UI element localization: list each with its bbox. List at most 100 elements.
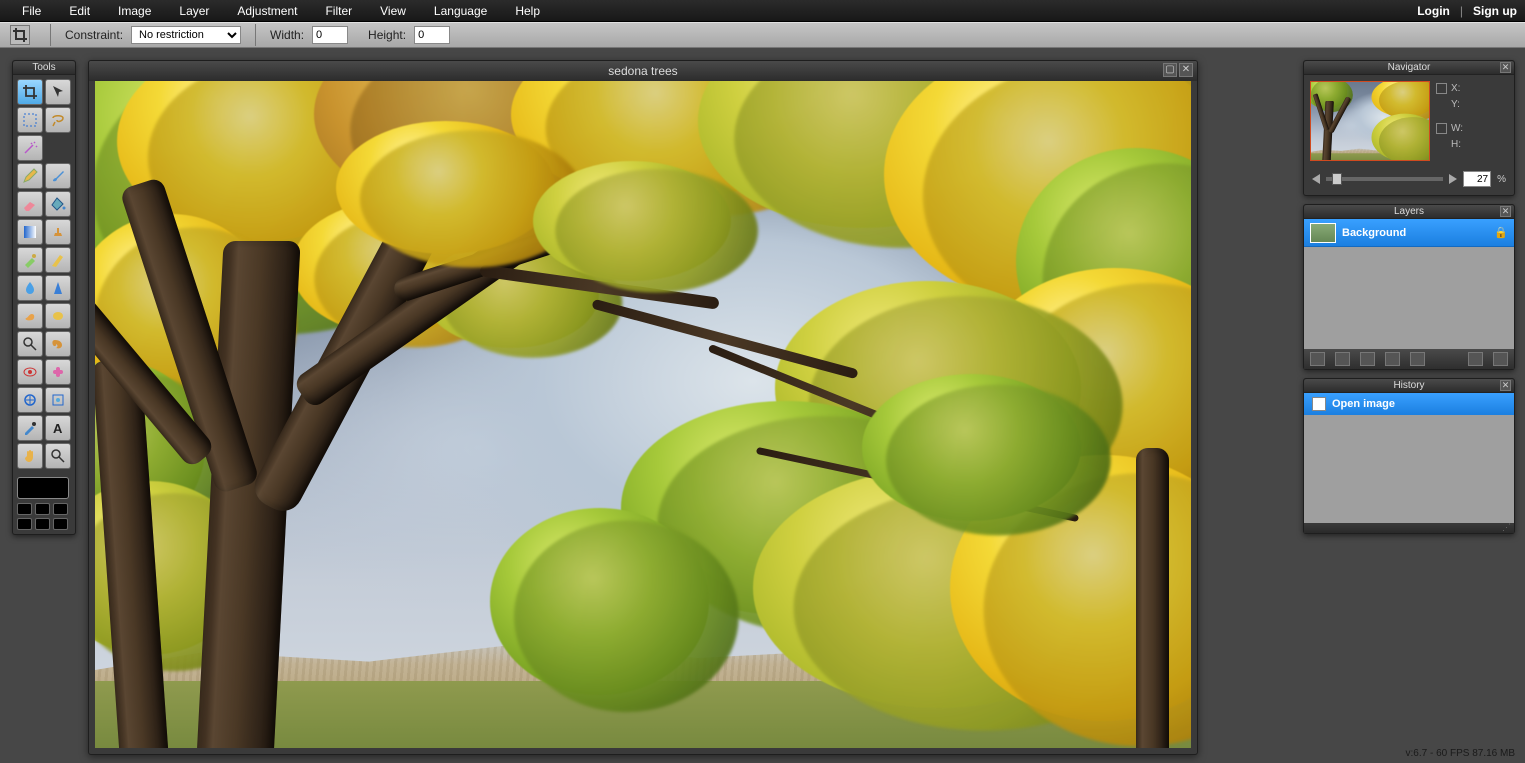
layer-settings-button[interactable]: [1468, 352, 1483, 366]
tool-drawing[interactable]: [45, 247, 71, 273]
tool-marquee[interactable]: [17, 107, 43, 133]
tool-type[interactable]: A: [45, 415, 71, 441]
menu-filter[interactable]: Filter: [311, 0, 366, 22]
canvas-image: [95, 81, 1191, 748]
menu-file[interactable]: File: [8, 0, 55, 22]
svg-text:A: A: [53, 421, 63, 436]
menu-image[interactable]: Image: [104, 0, 165, 22]
layers-list: Background 🔒: [1304, 219, 1514, 349]
tool-eraser[interactable]: [17, 191, 43, 217]
tool-brush[interactable]: [45, 163, 71, 189]
tool-paint-bucket[interactable]: [45, 191, 71, 217]
workspace: Tools A: [0, 48, 1525, 763]
navigator-close-button[interactable]: ✕: [1500, 62, 1511, 73]
menu-help[interactable]: Help: [501, 0, 554, 22]
window-maximize-button[interactable]: ▢: [1163, 63, 1177, 77]
width-label: Width:: [270, 28, 304, 42]
layers-title-label: Layers: [1394, 206, 1424, 217]
menu-language[interactable]: Language: [420, 0, 501, 22]
constraint-label: Constraint:: [65, 28, 123, 42]
layer-down-button[interactable]: [1410, 352, 1425, 366]
layers-close-button[interactable]: ✕: [1500, 206, 1511, 217]
delete-layer-button[interactable]: [1493, 352, 1508, 366]
history-close-button[interactable]: ✕: [1500, 380, 1511, 391]
layer-up-button[interactable]: [1385, 352, 1400, 366]
zoom-slider-knob[interactable]: [1332, 173, 1342, 185]
tool-pinch[interactable]: [45, 387, 71, 413]
tool-dodge[interactable]: [17, 331, 43, 357]
zoom-in-icon[interactable]: [1449, 174, 1457, 184]
nav-w-label: W:: [1451, 123, 1463, 134]
tool-smudge[interactable]: [17, 303, 43, 329]
tool-sharpen[interactable]: [45, 275, 71, 301]
tool-pencil[interactable]: [17, 163, 43, 189]
pointer-icon: [1436, 83, 1447, 94]
history-item[interactable]: Open image: [1304, 393, 1514, 415]
swatch[interactable]: [17, 503, 32, 515]
tool-color-replace[interactable]: [17, 247, 43, 273]
layers-panel: Layers ✕ Background 🔒: [1303, 204, 1515, 370]
tool-clone-stamp[interactable]: [45, 219, 71, 245]
new-layer-button[interactable]: [1310, 352, 1325, 366]
width-input[interactable]: [312, 26, 348, 44]
canvas[interactable]: [95, 81, 1191, 748]
tool-lasso[interactable]: [45, 107, 71, 133]
navigator-panel: Navigator ✕ X: Y: W: H:: [1303, 60, 1515, 196]
menubar-left: File Edit Image Layer Adjustment Filter …: [8, 0, 554, 22]
duplicate-layer-button[interactable]: [1360, 352, 1375, 366]
navigator-zoom: %: [1304, 167, 1514, 195]
swatch[interactable]: [35, 503, 50, 515]
menu-view[interactable]: View: [366, 0, 420, 22]
tool-move[interactable]: [45, 79, 71, 105]
layer-mask-button[interactable]: [1335, 352, 1350, 366]
navigator-info: X: Y: W: H:: [1436, 81, 1463, 161]
navigator-title[interactable]: Navigator ✕: [1304, 61, 1514, 75]
tool-gradient[interactable]: [17, 219, 43, 245]
tool-sponge[interactable]: [45, 303, 71, 329]
status-bar: v:6.7 - 60 FPS 87.16 MB: [1406, 748, 1516, 759]
layer-row[interactable]: Background 🔒: [1304, 219, 1514, 247]
swatch[interactable]: [17, 518, 32, 530]
swatch[interactable]: [53, 503, 68, 515]
login-link[interactable]: Login: [1417, 4, 1450, 18]
signup-link[interactable]: Sign up: [1473, 4, 1517, 18]
navigator-thumbnail[interactable]: [1310, 81, 1430, 161]
tool-zoom[interactable]: [45, 443, 71, 469]
zoom-out-icon[interactable]: [1312, 174, 1320, 184]
constraint-select[interactable]: No restriction: [131, 26, 241, 44]
tool-blur[interactable]: [17, 275, 43, 301]
panel-resize-grip[interactable]: ⋰: [1304, 523, 1514, 533]
tool-burn[interactable]: [45, 331, 71, 357]
zoom-input[interactable]: [1463, 171, 1491, 187]
tools-panel: Tools A: [12, 60, 76, 535]
document-titlebar[interactable]: sedona trees ▢ ✕: [89, 61, 1197, 81]
document-window: sedona trees ▢ ✕: [88, 60, 1198, 755]
foreground-color-swatch[interactable]: [17, 477, 69, 499]
history-title[interactable]: History ✕: [1304, 379, 1514, 393]
menu-edit[interactable]: Edit: [55, 0, 104, 22]
tool-crop[interactable]: [17, 79, 43, 105]
tool-spot-heal[interactable]: [45, 359, 71, 385]
options-bar: Constraint: No restriction Width: Height…: [0, 22, 1525, 48]
tool-hand[interactable]: [17, 443, 43, 469]
zoom-slider[interactable]: [1326, 177, 1443, 181]
active-tool-crop-icon: [10, 25, 30, 45]
menu-layer[interactable]: Layer: [165, 0, 223, 22]
window-close-button[interactable]: ✕: [1179, 63, 1193, 77]
tool-bloat[interactable]: [17, 387, 43, 413]
layers-title[interactable]: Layers ✕: [1304, 205, 1514, 219]
height-input[interactable]: [414, 26, 450, 44]
nav-h-label: H:: [1451, 139, 1461, 150]
nav-x-label: X:: [1451, 83, 1460, 94]
menubar: File Edit Image Layer Adjustment Filter …: [0, 0, 1525, 22]
menu-adjustment[interactable]: Adjustment: [223, 0, 311, 22]
tool-colorpicker[interactable]: [17, 415, 43, 441]
open-image-icon: [1312, 397, 1326, 411]
swatch[interactable]: [53, 518, 68, 530]
tool-red-eye[interactable]: [17, 359, 43, 385]
swatch[interactable]: [35, 518, 50, 530]
menubar-right: Login | Sign up: [1417, 4, 1517, 18]
tool-wand[interactable]: [17, 135, 43, 161]
right-panel-column: Navigator ✕ X: Y: W: H:: [1303, 60, 1515, 534]
history-list: Open image: [1304, 393, 1514, 523]
